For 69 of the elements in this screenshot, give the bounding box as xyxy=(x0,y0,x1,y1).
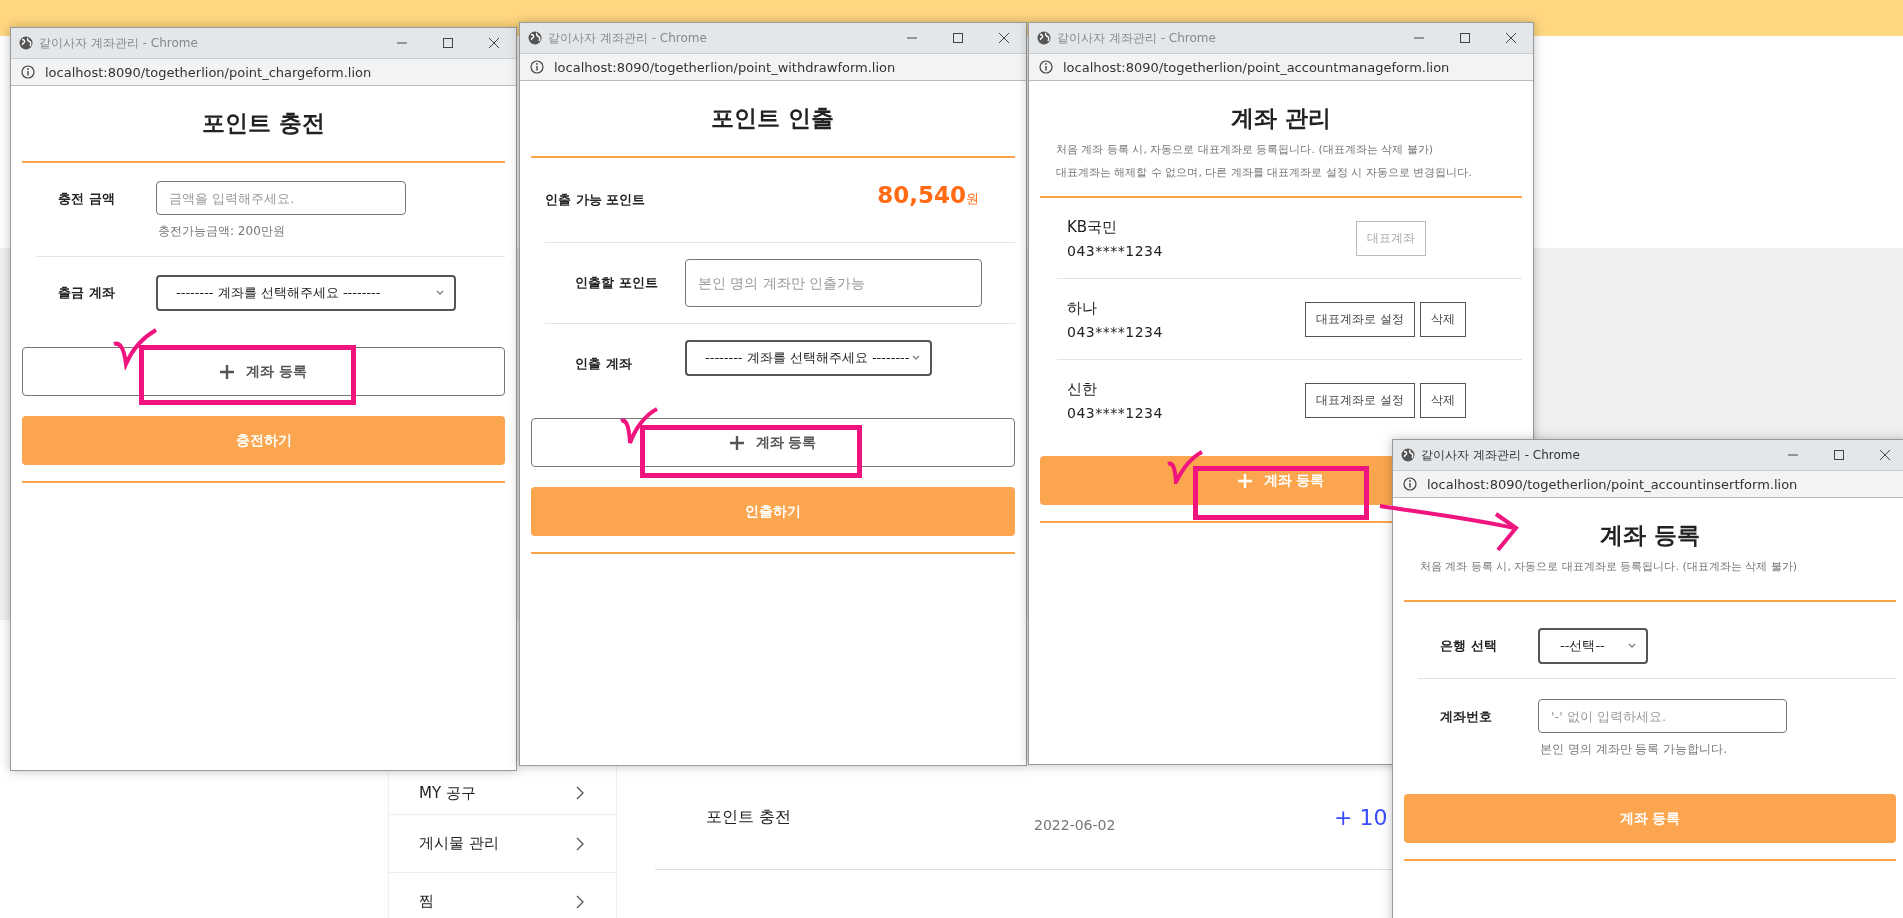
account-button[interactable]: 대표계좌로 설정 xyxy=(1305,301,1415,337)
account-button[interactable]: 삭제 xyxy=(1420,382,1466,418)
hint-text: 본인 명의 계좌만 등록 가능합니다. xyxy=(1539,741,1729,758)
window-title: 같이사자 계좌관리 - Chrome xyxy=(39,34,199,52)
page-heading: 포인트 인출 xyxy=(710,104,836,133)
hint-text: 충전가능금액: 200만원 xyxy=(157,223,286,240)
check-mark xyxy=(112,328,158,370)
account-button[interactable]: 대표계좌로 설정 xyxy=(1305,382,1415,418)
point-amount: 80,540 xyxy=(877,182,966,208)
maximize-icon[interactable] xyxy=(952,32,964,44)
sidebar-item[interactable]: MY 공구 xyxy=(389,772,616,815)
close-icon[interactable] xyxy=(488,37,500,49)
bank-name: 하나 xyxy=(1067,298,1098,318)
field-label: 인출 계좌 xyxy=(574,355,633,373)
maximize-icon[interactable] xyxy=(442,37,454,49)
caret-icon xyxy=(436,290,444,296)
chevron-icon xyxy=(576,786,584,800)
sidebar-item[interactable]: 게시물 관리 xyxy=(389,815,616,873)
close-icon[interactable] xyxy=(998,32,1010,44)
note-text: 대표계좌는 해제할 수 없으며, 다른 계좌를 대표계좌로 설정 시 자동으로 변경됩니다. xyxy=(1055,165,1473,180)
text-field[interactable]: 본인 명의 계좌만 인출가능 xyxy=(685,259,982,307)
action-button[interactable]: 계좌 등록 xyxy=(531,418,1015,467)
field-label: 충전 금액 xyxy=(57,190,116,208)
info-icon[interactable] xyxy=(1403,477,1417,491)
history-date: 2022-06-02 xyxy=(1034,816,1117,833)
account-button[interactable]: 삭제 xyxy=(1420,301,1466,337)
sidebar-item[interactable]: 찜 xyxy=(389,873,616,918)
check-mark xyxy=(1166,450,1204,484)
field-label: 출금 계좌 xyxy=(57,284,116,302)
account-number: 043****1234 xyxy=(1067,323,1163,340)
text-field[interactable]: 금액을 입력해주세요. xyxy=(156,181,406,215)
account-number: 043****1234 xyxy=(1067,242,1163,259)
maximize-icon[interactable] xyxy=(1459,32,1471,44)
page-heading: 계좌 관리 xyxy=(1230,104,1332,133)
chevron-icon xyxy=(576,894,584,909)
window-title: 같이사자 계좌관리 - Chrome xyxy=(548,29,708,47)
unit-text: 원 xyxy=(966,190,979,208)
caret-icon xyxy=(1628,643,1636,649)
caret-icon xyxy=(912,355,920,361)
field-label: 은행 선택 xyxy=(1439,637,1498,655)
globe-icon xyxy=(528,31,542,45)
globe-icon xyxy=(1037,31,1051,45)
text-field[interactable]: '-' 없이 입력하세요. xyxy=(1538,699,1787,733)
globe-icon xyxy=(19,36,33,50)
note-text: 처음 계좌 등록 시, 자동으로 대표계좌로 등록됩니다. (대표계좌는 삭제 불가) xyxy=(1055,142,1435,157)
info-icon[interactable] xyxy=(1039,60,1053,74)
chevron-icon xyxy=(576,836,584,851)
close-icon[interactable] xyxy=(1505,32,1517,44)
account-number: 043****1234 xyxy=(1067,404,1163,421)
history-amount: + 10 xyxy=(1334,805,1388,830)
dropdown[interactable]: -------- 계좌를 선택해주세요 -------- xyxy=(685,340,932,376)
dropdown[interactable]: --선택-- xyxy=(1538,628,1648,664)
globe-icon xyxy=(1401,448,1415,462)
history-title: 포인트 충전 xyxy=(706,807,793,828)
close-icon[interactable] xyxy=(1879,449,1891,461)
info-icon[interactable] xyxy=(530,60,544,74)
page-heading: 계좌 등록 xyxy=(1599,521,1701,550)
field-label: 인출 가능 포인트 xyxy=(545,191,647,209)
field-label: 인출할 포인트 xyxy=(574,274,659,292)
bank-name: 신한 xyxy=(1067,379,1098,399)
note-text: 처음 계좌 등록 시, 자동으로 대표계좌로 등록됩니다. (대표계좌는 삭제 불가) xyxy=(1419,559,1799,574)
window-title: 같이사자 계좌관리 - Chrome xyxy=(1057,29,1217,47)
bank-name: KB국민 xyxy=(1067,217,1119,237)
check-mark xyxy=(619,407,659,447)
field-label: 계좌번호 xyxy=(1439,708,1493,726)
info-icon[interactable] xyxy=(21,65,35,79)
page-heading: 포인트 충전 xyxy=(201,109,326,138)
maximize-icon[interactable] xyxy=(1833,449,1845,461)
dropdown[interactable]: -------- 계좌를 선택해주세요 -------- xyxy=(156,275,456,311)
